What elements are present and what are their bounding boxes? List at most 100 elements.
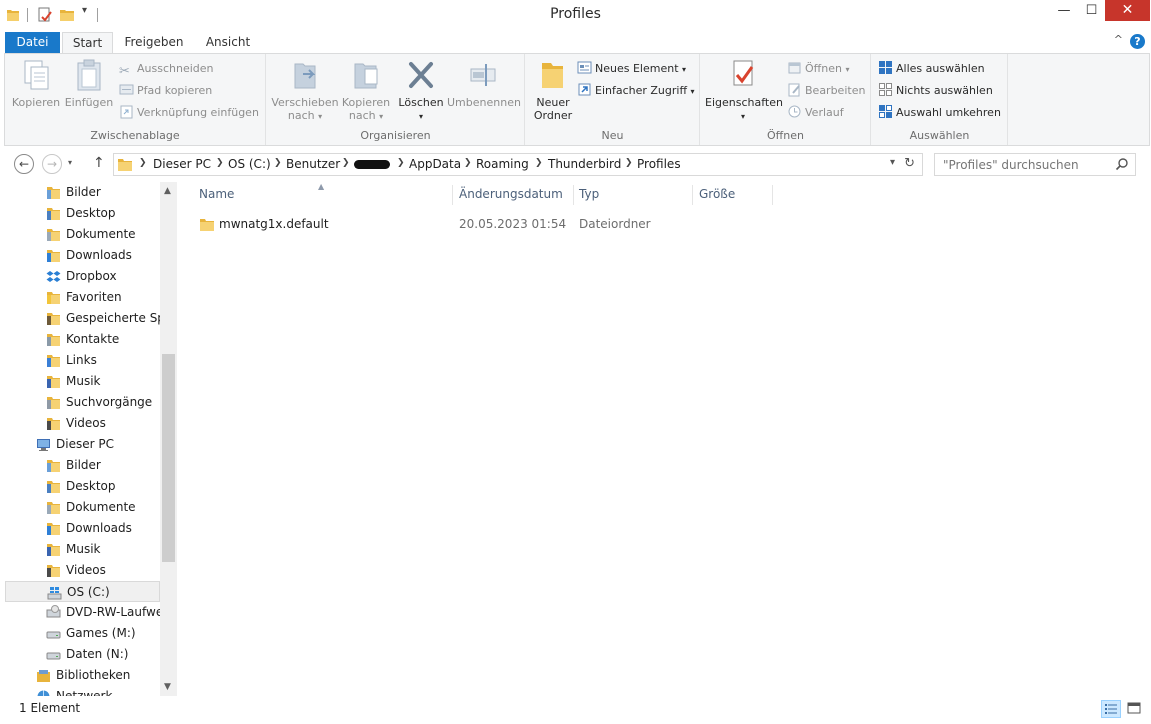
breadcrumb-separator-icon[interactable]: ❯ [139, 158, 147, 168]
help-icon[interactable]: ? [1130, 34, 1145, 49]
nav-tree-item[interactable]: Netzwerk [0, 686, 160, 696]
tab-view[interactable]: Ansicht [196, 32, 260, 54]
nav-tree-item[interactable]: Videos [0, 413, 160, 434]
breadcrumb-separator-icon[interactable]: ❯ [625, 158, 633, 168]
forward-button[interactable]: → [42, 154, 62, 174]
collapse-ribbon-button[interactable]: ^ [1114, 33, 1123, 46]
copy-to-button[interactable]: Kopieren nach ▾ [339, 58, 393, 123]
up-button[interactable]: ↑ [93, 155, 105, 171]
breadcrumb-profiles[interactable]: Profiles [637, 157, 681, 171]
tab-share[interactable]: Freigeben [118, 32, 190, 54]
rename-button[interactable]: Umbenennen [447, 58, 521, 109]
navigation-scrollbar[interactable]: ▲ ▼ [160, 182, 177, 696]
nav-tree-item[interactable]: Dieser PC [0, 434, 160, 455]
nav-tree-item[interactable]: Daten (N:) [0, 644, 160, 665]
column-header-size[interactable]: Größe [699, 187, 735, 205]
nav-tree-item[interactable]: Gespeicherte Spiel [0, 308, 160, 329]
tab-file[interactable]: Datei [5, 32, 60, 54]
delete-button[interactable]: Löschen ▾ [397, 58, 445, 123]
breadcrumb-users[interactable]: Benutzer [286, 157, 340, 171]
copy-button[interactable]: Kopieren [11, 58, 61, 109]
open-button[interactable]: Öffnen ▾ [787, 60, 849, 78]
large-icons-view-button[interactable] [1125, 700, 1145, 718]
breadcrumb-os-drive[interactable]: OS (C:) [228, 157, 271, 171]
breadcrumb-separator-icon[interactable]: ❯ [216, 158, 224, 168]
select-all-button[interactable]: Alles auswählen [878, 60, 985, 78]
breadcrumb-separator-icon[interactable]: ❯ [397, 158, 405, 168]
nav-tree-item[interactable]: Musik [0, 539, 160, 560]
address-bar[interactable]: ❯ Dieser PC ❯ OS (C:) ❯ Benutzer ❯ ❯ App… [113, 153, 923, 176]
edit-button[interactable]: Bearbeiten [787, 82, 865, 100]
column-header-type[interactable]: Typ [579, 187, 599, 205]
properties-button[interactable]: Eigenschaften ▾ [705, 58, 783, 123]
nav-tree-item[interactable]: Bilder [0, 182, 160, 203]
nav-tree-item[interactable]: Videos [0, 560, 160, 581]
nav-tree-item[interactable]: Bibliotheken [0, 665, 160, 686]
column-header-name[interactable]: Name [199, 187, 234, 205]
breadcrumb-this-pc[interactable]: Dieser PC [153, 157, 211, 171]
nav-tree-item[interactable]: Bilder [0, 455, 160, 476]
search-input[interactable] [943, 155, 1113, 175]
invert-selection-button[interactable]: Auswahl umkehren [878, 104, 1001, 122]
nav-tree-item[interactable]: Musik [0, 371, 160, 392]
nav-tree-item[interactable]: Dropbox [0, 266, 160, 287]
file-row[interactable]: mwnatg1x.default 20.05.2023 01:54 Dateio… [194, 214, 754, 236]
refresh-icon[interactable]: ↻ [904, 156, 915, 171]
move-to-button[interactable]: Verschieben nach ▾ [271, 58, 339, 123]
nav-tree-item[interactable]: Games (M:) [0, 623, 160, 644]
column-divider[interactable] [772, 185, 773, 205]
scrollbar-thumb[interactable] [162, 354, 175, 562]
nav-tree-item[interactable]: Suchvorgänge [0, 392, 160, 413]
close-button[interactable]: ✕ [1105, 0, 1150, 21]
clipboard-group-label: Zwischenablage [90, 129, 180, 142]
column-divider[interactable] [452, 185, 453, 205]
copy-path-button[interactable]: Pfad kopieren [119, 82, 212, 100]
breadcrumb-separator-icon[interactable]: ❯ [342, 158, 350, 168]
new-folder-button[interactable]: Neuer Ordner [530, 58, 576, 122]
nav-tree-item[interactable]: Links [0, 350, 160, 371]
move-to-label-1: Verschieben [271, 96, 339, 109]
column-divider[interactable] [573, 185, 574, 205]
breadcrumb-thunderbird[interactable]: Thunderbird [548, 157, 621, 171]
breadcrumb-separator-icon[interactable]: ❯ [274, 158, 282, 168]
minimize-button[interactable]: — [1050, 0, 1078, 21]
scroll-down-arrow-icon[interactable]: ▼ [164, 682, 171, 692]
nav-tree-item[interactable]: Favoriten [0, 287, 160, 308]
breadcrumb-appdata[interactable]: AppData [409, 157, 461, 171]
new-item-button[interactable]: Neues Element ▾ [577, 60, 686, 78]
nav-tree-item[interactable]: Dokumente [0, 224, 160, 245]
nav-tree-item[interactable]: OS (C:) [5, 581, 160, 602]
column-header-date[interactable]: Änderungsdatum [459, 187, 563, 205]
windows-drive-icon [47, 587, 62, 600]
breadcrumb-separator-icon[interactable]: ❯ [535, 158, 543, 168]
history-button[interactable]: Verlauf [787, 104, 844, 122]
search-box[interactable] [934, 153, 1136, 176]
address-history-chevron-icon[interactable]: ▾ [890, 157, 895, 168]
scroll-up-arrow-icon[interactable]: ▲ [164, 186, 171, 196]
maximize-button[interactable]: ☐ [1078, 0, 1105, 21]
nav-tree-item[interactable]: Kontakte [0, 329, 160, 350]
breadcrumb-separator-icon[interactable]: ❯ [464, 158, 472, 168]
nav-tree-item[interactable]: Desktop [0, 476, 160, 497]
nav-tree-item[interactable]: Desktop [0, 203, 160, 224]
nav-tree-item[interactable]: DVD-RW-Laufwerk [0, 602, 160, 623]
paste-shortcut-button[interactable]: Verknüpfung einfügen [119, 104, 259, 122]
invert-selection-label: Auswahl umkehren [896, 106, 1001, 119]
nav-tree-item[interactable]: Downloads [0, 518, 160, 539]
search-icon[interactable] [1115, 157, 1129, 171]
column-divider[interactable] [692, 185, 693, 205]
recent-locations-chevron-icon[interactable]: ▾ [68, 158, 72, 167]
back-button[interactable]: ← [14, 154, 34, 174]
nav-tree-item[interactable]: Dokumente [0, 497, 160, 518]
ribbon-tab-bar: Datei Start Freigeben Ansicht ^ ? [0, 30, 1151, 55]
select-none-button[interactable]: Nichts auswählen [878, 82, 993, 100]
cut-button[interactable]: ✂ Ausschneiden [119, 60, 214, 79]
redacted-username[interactable] [354, 160, 390, 169]
nav-tree-item[interactable]: Downloads [0, 245, 160, 266]
tab-start[interactable]: Start [62, 32, 113, 55]
details-view-button[interactable] [1101, 700, 1121, 718]
easy-access-button[interactable]: Einfacher Zugriff ▾ [577, 82, 695, 100]
breadcrumb-roaming[interactable]: Roaming [476, 157, 529, 171]
organize-group-label: Organisieren [360, 129, 431, 142]
paste-button[interactable]: Einfügen [61, 58, 117, 109]
